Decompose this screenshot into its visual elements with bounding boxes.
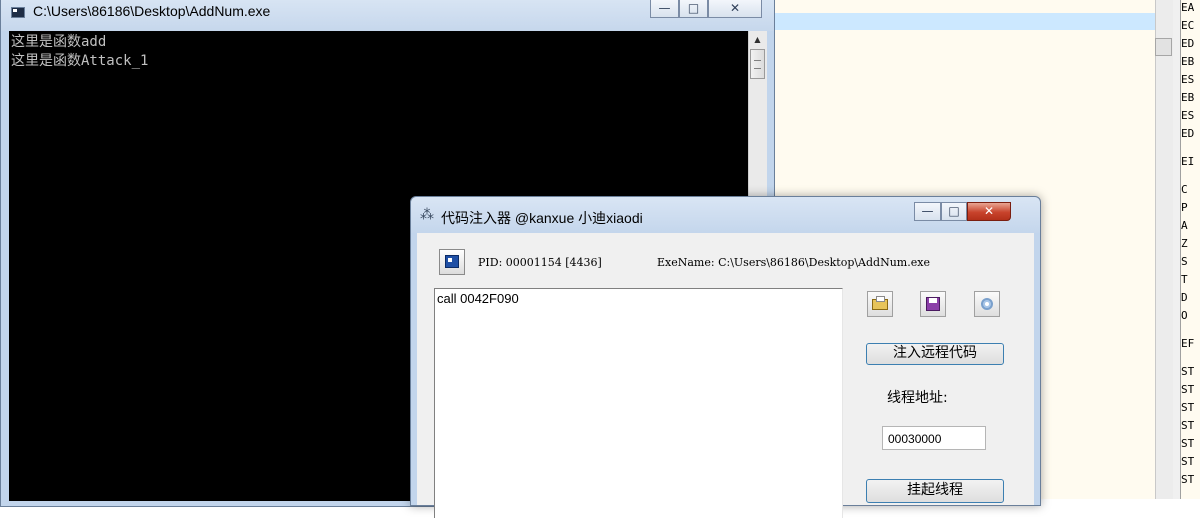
register-label: EC xyxy=(1181,19,1195,32)
disassembly-scrollbar-thumb[interactable] xyxy=(1155,38,1172,56)
thread-address-field[interactable]: 00030000 xyxy=(882,426,986,450)
injector-client-area: PID: 00001154 [4436] ExeName: C:\Users\8… xyxy=(417,233,1034,518)
fpu-register-label: ST xyxy=(1181,455,1195,468)
suspend-thread-button[interactable]: 挂起线程 xyxy=(866,479,1004,503)
injector-title-bar[interactable]: ⁂ 代码注入器 @kanxue 小迪xiaodi — □ ✕ xyxy=(411,197,1040,233)
register-label: ES xyxy=(1181,73,1195,86)
exename-label: ExeName: C:\Users\86186\Desktop\AddNum.e… xyxy=(657,256,930,269)
console-maximize-button[interactable]: □ xyxy=(679,0,708,18)
disassembly-scrollbar[interactable] xyxy=(1155,0,1174,499)
injector-window-title: 代码注入器 @kanxue 小迪xiaodi xyxy=(441,210,643,226)
register-label: EB xyxy=(1181,91,1195,104)
registers-pane[interactable]: EA EC ED EB ES EB ES ED EI C P A Z S T D… xyxy=(1180,0,1200,499)
fpu-register-label: ST xyxy=(1181,383,1195,396)
selected-disassembly-row[interactable] xyxy=(775,13,1155,30)
thread-address-label: 线程地址: xyxy=(887,390,948,406)
flag-label: S xyxy=(1181,255,1188,268)
console-close-button[interactable]: ✕ xyxy=(708,0,762,18)
injector-maximize-button[interactable]: □ xyxy=(941,202,967,221)
injector-close-button[interactable]: ✕ xyxy=(967,202,1011,221)
fpu-register-label: ST xyxy=(1181,401,1195,414)
console-line: 这里是函数Attack_1 xyxy=(11,53,149,69)
inject-remote-code-button[interactable]: 注入远程代码 xyxy=(866,343,1004,365)
flag-label: T xyxy=(1181,273,1188,286)
register-label: ED xyxy=(1181,37,1195,50)
console-app-icon xyxy=(11,7,25,18)
flag-label: A xyxy=(1181,219,1188,232)
register-label: ES xyxy=(1181,109,1195,122)
fpu-register-label: ST xyxy=(1181,419,1195,432)
console-title-bar[interactable]: C:\Users\86186\Desktop\AddNum.exe — □ ✕ xyxy=(1,0,774,31)
console-scrollbar-thumb[interactable] xyxy=(750,49,765,79)
console-line: 这里是函数add xyxy=(11,34,107,50)
scroll-up-arrow-icon[interactable]: ▲ xyxy=(749,31,766,48)
pid-label: PID: 00001154 [4436] xyxy=(478,256,602,269)
console-window-title: C:\Users\86186\Desktop\AddNum.exe xyxy=(33,3,271,19)
register-label: EI xyxy=(1181,155,1195,168)
pane-splitter[interactable] xyxy=(1173,0,1180,499)
flag-label: D xyxy=(1181,291,1188,304)
fpu-register-label: ST xyxy=(1181,437,1195,450)
flag-label: P xyxy=(1181,201,1188,214)
register-label: EA xyxy=(1181,1,1195,14)
fpu-register-label: ST xyxy=(1181,473,1195,486)
process-select-icon[interactable] xyxy=(439,249,465,275)
window-icon xyxy=(445,255,459,268)
settings-icon[interactable] xyxy=(974,291,1000,317)
flag-label: O xyxy=(1181,309,1188,322)
save-icon[interactable] xyxy=(920,291,946,317)
injector-app-icon: ⁂ xyxy=(420,207,434,223)
open-file-icon[interactable] xyxy=(867,291,893,317)
register-label: EF xyxy=(1181,337,1195,350)
console-minimize-button[interactable]: — xyxy=(650,0,679,18)
fpu-register-label: ST xyxy=(1181,365,1195,378)
flag-label: C xyxy=(1181,183,1188,196)
injector-minimize-button[interactable]: — xyxy=(914,202,941,221)
register-label: EB xyxy=(1181,55,1195,68)
flag-label: Z xyxy=(1181,237,1188,250)
register-label: ED xyxy=(1181,127,1195,140)
code-editor[interactable]: call 0042F090 xyxy=(434,288,843,518)
injector-dialog[interactable]: ⁂ 代码注入器 @kanxue 小迪xiaodi — □ ✕ PID: 0000… xyxy=(410,196,1041,518)
